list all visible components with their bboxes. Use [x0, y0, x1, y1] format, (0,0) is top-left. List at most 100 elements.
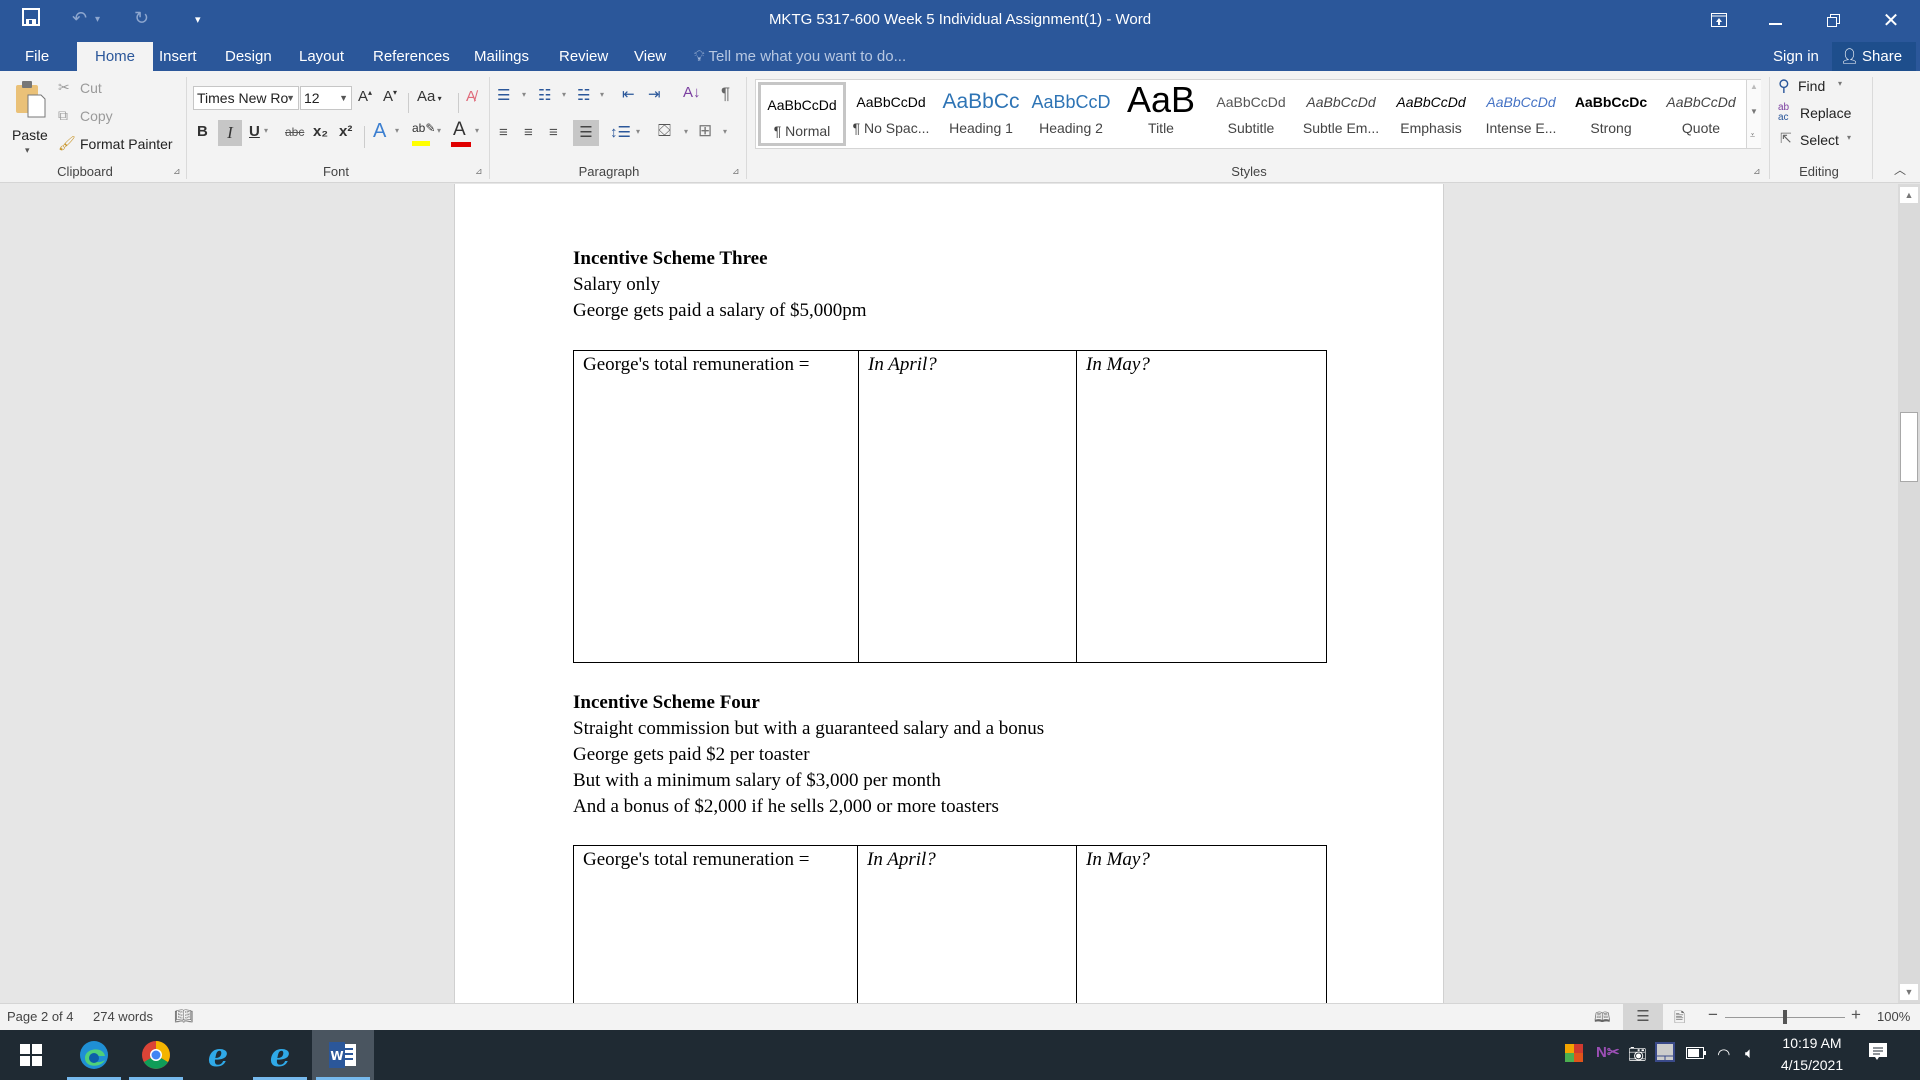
bold-button[interactable]: B [197, 123, 208, 140]
style-subtle-emphasis[interactable]: AaBbCcDd Subtle Em... [1297, 82, 1385, 146]
replace-button[interactable]: ab ac Replace [1778, 103, 1878, 125]
justify-icon[interactable]: ☰ [573, 120, 599, 146]
table-cell-april[interactable]: In April? [858, 351, 1076, 662]
bullets-dropdown-icon[interactable]: ▾ [522, 90, 526, 99]
sort-icon[interactable]: A↓ [683, 84, 701, 101]
print-layout-icon[interactable]: ☰ [1623, 1004, 1663, 1030]
taskbar-word[interactable]: W [312, 1030, 374, 1080]
decrease-indent-icon[interactable]: ⇤ [622, 85, 635, 103]
proofing-icon[interactable]: 📖︎ [174, 1007, 193, 1025]
zoom-slider-thumb[interactable] [1783, 1010, 1787, 1024]
highlight-dropdown-icon[interactable]: ▾ [437, 126, 441, 135]
shrink-font-icon[interactable]: A▾ [383, 88, 397, 105]
avg-icon[interactable] [1565, 1044, 1583, 1066]
multilevel-dropdown-icon[interactable]: ▾ [600, 90, 604, 99]
tab-references[interactable]: References [359, 42, 464, 71]
zoom-in-icon[interactable]: + [1851, 1005, 1861, 1025]
underline-button[interactable]: U [249, 123, 260, 140]
wifi-icon[interactable]: ◜◝ [1718, 1045, 1730, 1063]
line-spacing-icon[interactable]: ↕☰ [610, 123, 631, 141]
tab-file[interactable]: File [11, 42, 63, 71]
font-size-combo[interactable]: 12 ▼ [300, 86, 352, 110]
touchpad-icon[interactable] [1655, 1042, 1675, 1066]
borders-icon[interactable]: ⊞ [698, 121, 712, 141]
numbering-icon[interactable]: ☷ [538, 86, 551, 104]
style-strong[interactable]: AaBbCcDc Strong [1567, 82, 1655, 146]
clock-date[interactable]: 4/15/2021 [1772, 1057, 1852, 1073]
font-launcher-icon[interactable]: ⊿ [475, 166, 483, 177]
text-effects-icon[interactable]: A [373, 120, 386, 143]
align-right-icon[interactable]: ≡ [549, 124, 558, 141]
grow-font-icon[interactable]: A▴ [358, 88, 372, 105]
gallery-scroll-up-icon[interactable]: ▲ [1750, 82, 1758, 91]
tab-view[interactable]: View [620, 42, 680, 71]
gallery-scroll-down-icon[interactable]: ▼ [1750, 107, 1758, 116]
style-emphasis[interactable]: AaBbCcDd Emphasis [1387, 82, 1475, 146]
table-cell-label[interactable]: George's total remuneration = [574, 351, 858, 662]
share-button[interactable]: 👤︎ Share [1832, 42, 1917, 71]
font-color-dropdown-icon[interactable]: ▾ [475, 126, 479, 135]
scroll-up-icon[interactable]: ▲ [1900, 187, 1918, 203]
minimize-icon[interactable] [1752, 4, 1798, 36]
remuneration-table[interactable]: George's total remuneration = In April? … [573, 845, 1327, 1003]
align-left-icon[interactable]: ≡ [499, 124, 508, 141]
change-case-button[interactable]: Aa ▾ [417, 88, 442, 105]
bullets-icon[interactable]: ☰ [497, 86, 510, 104]
style-no-spacing[interactable]: AaBbCcDd ¶ No Spac... [847, 82, 935, 146]
select-button[interactable]: ⇱ Select ▾ [1778, 130, 1868, 152]
copy-button[interactable]: ⧉ Copy [58, 107, 148, 127]
page-count[interactable]: Page 2 of 4 [7, 1009, 74, 1024]
zoom-out-icon[interactable]: − [1708, 1005, 1718, 1025]
taskbar-internet-explorer[interactable]: e [249, 1030, 311, 1080]
highlight-color-button[interactable]: ab✎ [410, 121, 436, 149]
shading-icon[interactable]: ⛋ [658, 121, 671, 141]
tab-home[interactable]: Home [77, 42, 154, 71]
multilevel-list-icon[interactable]: ☵ [577, 86, 590, 104]
font-color-button[interactable]: A [450, 119, 474, 149]
table-cell-april[interactable]: In April? [857, 846, 1076, 1003]
close-icon[interactable]: ✕ [1868, 4, 1914, 36]
tab-layout[interactable]: Layout [285, 42, 358, 71]
underline-dropdown-icon[interactable]: ▾ [264, 126, 268, 135]
taskbar-chrome[interactable] [125, 1030, 187, 1080]
tab-design[interactable]: Design [211, 42, 286, 71]
paragraph-launcher-icon[interactable]: ⊿ [732, 166, 740, 177]
web-layout-icon[interactable]: 🖹 [1674, 1007, 1685, 1031]
tell-me-search[interactable]: 💡︎ Tell me what you want to do... [694, 42, 906, 71]
increase-indent-icon[interactable]: ⇥ [648, 85, 661, 103]
remuneration-table[interactable]: George's total remuneration = In April? … [573, 350, 1327, 663]
font-name-combo[interactable]: Times New Ro ▼ [193, 86, 299, 110]
restore-icon[interactable] [1810, 4, 1856, 36]
subscript-button[interactable]: x₂ [313, 123, 328, 140]
align-center-icon[interactable]: ≡ [524, 124, 533, 141]
gallery-more-icon[interactable]: ⩡ [1750, 130, 1755, 141]
camera-icon[interactable]: 📷︎ [1628, 1045, 1647, 1063]
table-cell-label[interactable]: George's total remuneration = [574, 846, 857, 1003]
line-spacing-dropdown-icon[interactable]: ▾ [636, 127, 640, 136]
style-heading-1[interactable]: AaBbCc Heading 1 [937, 82, 1025, 146]
ribbon-display-options-icon[interactable] [1696, 4, 1742, 36]
read-mode-icon[interactable]: 🕮 [1594, 1007, 1611, 1031]
battery-icon[interactable] [1686, 1046, 1706, 1063]
table-cell-may[interactable]: In May? [1076, 846, 1326, 1003]
styles-launcher-icon[interactable]: ⊿ [1753, 166, 1761, 177]
zoom-level[interactable]: 100% [1877, 1009, 1910, 1024]
taskbar-internet-explorer[interactable]: e [187, 1030, 249, 1080]
clipboard-launcher-icon[interactable]: ⊿ [173, 166, 181, 177]
start-button[interactable] [0, 1030, 62, 1080]
tab-insert[interactable]: Insert [145, 42, 211, 71]
document-page[interactable]: Incentive Scheme Three Salary only Georg… [454, 184, 1444, 1003]
table-cell-may[interactable]: In May? [1076, 351, 1326, 662]
format-painter-button[interactable]: 🖌︎ Format Painter [58, 135, 178, 155]
scroll-down-icon[interactable]: ▼ [1900, 984, 1918, 1000]
strikethrough-button[interactable]: abc [285, 125, 304, 139]
shading-dropdown-icon[interactable]: ▾ [684, 127, 688, 136]
tab-review[interactable]: Review [545, 42, 622, 71]
scrollbar-thumb[interactable] [1900, 412, 1918, 482]
volume-icon[interactable]: 🔈︎ [1745, 1045, 1754, 1062]
numbering-dropdown-icon[interactable]: ▾ [562, 90, 566, 99]
find-button[interactable]: ⚲ Find ▾ [1778, 76, 1868, 98]
collapse-ribbon-icon[interactable]: ︿ [1894, 161, 1906, 178]
word-count[interactable]: 274 words [93, 1009, 153, 1024]
show-formatting-marks-icon[interactable]: ¶ [721, 84, 730, 104]
